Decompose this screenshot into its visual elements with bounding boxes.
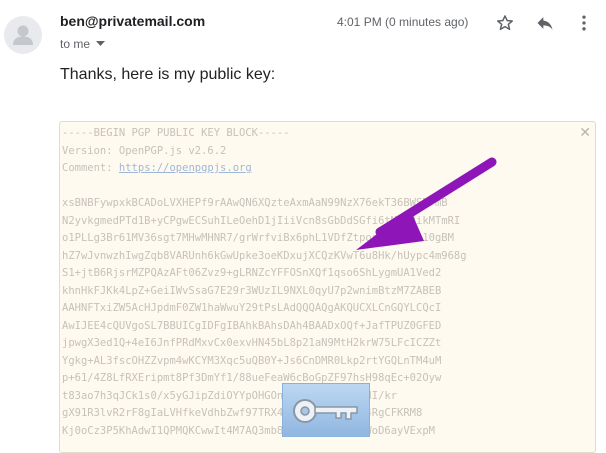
recipient-details-toggle[interactable]: to me [60,37,106,51]
key-line: AwIJEE4cQUVgoSL7BBUICgIDFgIBAhkBAhsDAh4B… [62,319,442,332]
key-line: Kj0oCz3P5KhAdwI1QPMQKCwwIt4M7AQ3mb8hxxjq… [62,424,435,437]
key-line: Version: OpenPGP.js v2.6.2 [62,144,227,157]
message-timestamp: 4:01 PM (0 minutes ago) [337,15,469,29]
key-line: N2yvkgmedPTd1B+yCPgwECSuhILeOehD1jIiiVcn… [62,214,461,227]
message-body: Thanks, here is my public key: [60,66,276,83]
star-button[interactable] [493,11,517,35]
sender-avatar[interactable] [4,16,42,54]
key-icon [293,399,358,423]
more-vert-icon [582,15,586,31]
key-line: -----BEGIN PGP PUBLIC KEY BLOCK----- [62,127,290,139]
key-line: S1+jtB6RjsrMZPQAzAFt06Zvz9+gLRNZcYFFOSnX… [62,267,442,279]
close-icon[interactable]: ✕ [579,124,591,141]
reply-icon [537,17,553,30]
key-line: AAHNFTxiZW5AcHJpdmF0ZW1haWwuY29tPsLAdQQQ… [62,302,442,314]
key-line: p+61/4Z8LfRXEripmt8Pf3DmYf1/88ueFeaW6cBo… [62,372,442,384]
key-badge[interactable] [282,383,370,437]
key-line: xsBNBFywpxkBCADoLVXHEPf9rAAwQN6XQzteAxmA… [62,197,448,209]
comment-link[interactable]: https://openpgpjs.org [119,162,252,174]
key-line: khnHkFJKk4LpZ+GeiIWvSsaG7E29r3WUzIL9NXL0… [62,284,442,297]
person-icon [13,25,33,45]
more-options-button[interactable] [572,11,596,35]
star-icon [497,15,513,31]
key-line: Ygkg+AL3fscOHZZvpm4wKCYM3Xqc5uQB0Y+Js6Cn… [62,354,442,367]
pgp-key-text: -----BEGIN PGP PUBLIC KEY BLOCK----- Ver… [62,125,467,440]
key-line: hZ7wJvnwzhIwgZqb8VARUnh6kGwUpke3oeKDxujX… [62,249,467,262]
key-line: o1PLLg3Br61MV36sgt7MHwMHNR7/grWrfviBx6ph… [62,232,454,244]
key-line: jpwgX3ed1Q+4eI6JnfPRdMxvCx0exvHN45bL8p21… [62,337,442,349]
reply-button[interactable] [533,11,557,35]
recipient-label: to me [60,37,91,51]
key-line: Comment: [62,162,119,174]
sender-email[interactable]: ben@privatemail.com [60,13,205,29]
chevron-down-icon [96,41,106,46]
